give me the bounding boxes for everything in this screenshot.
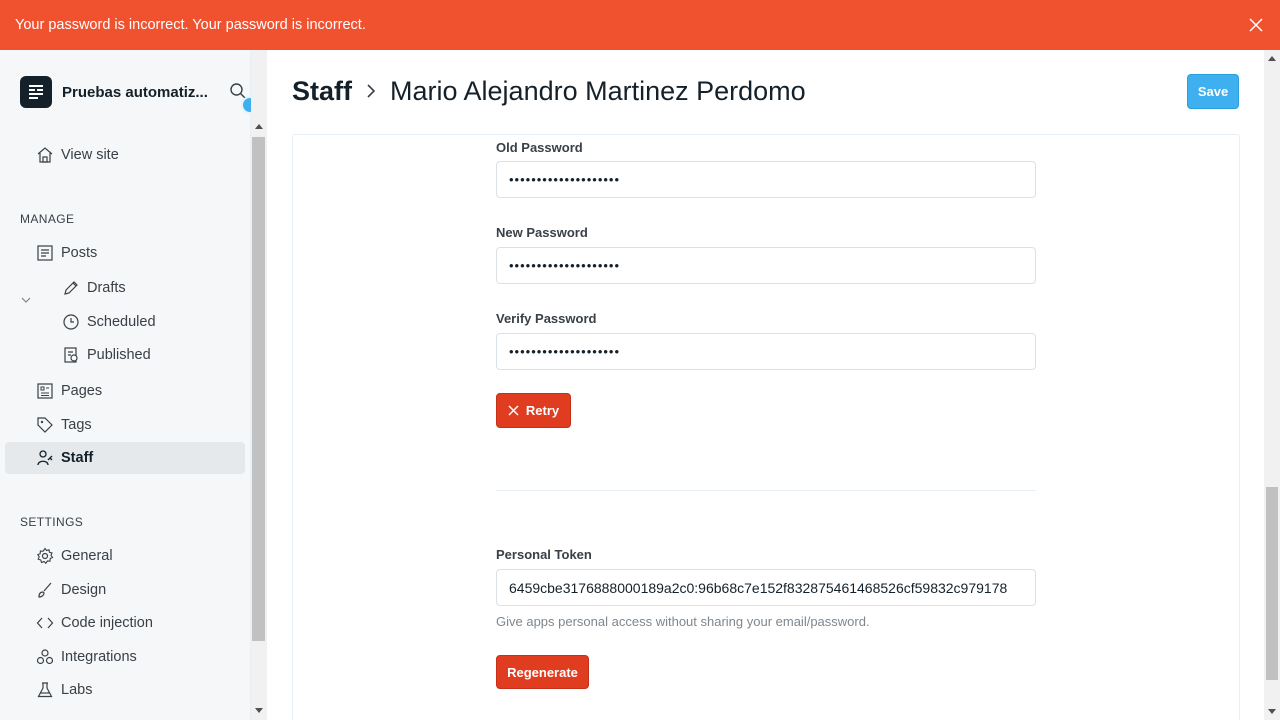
integrations-icon <box>36 649 54 665</box>
scroll-up-arrow-icon[interactable] <box>255 124 263 129</box>
nav-view-site-label: View site <box>61 147 119 163</box>
main-scrollbar-thumb[interactable] <box>1266 487 1278 680</box>
old-password-label: Old Password <box>496 140 583 155</box>
nav-posts-label: Posts <box>61 245 98 261</box>
nav-drafts[interactable]: Drafts <box>5 272 245 304</box>
pencil-icon <box>64 281 78 295</box>
flask-icon <box>37 682 53 698</box>
alert-message: Your password is incorrect. Your passwor… <box>15 17 366 33</box>
code-icon <box>36 617 54 629</box>
staff-member-name: Mario Alejandro Martinez Perdomo <box>390 75 806 106</box>
save-button[interactable]: Save <box>1187 74 1239 109</box>
scroll-down-arrow-icon[interactable] <box>1268 709 1276 714</box>
personal-token-label: Personal Token <box>496 547 592 562</box>
breadcrumb-staff[interactable]: Staff <box>292 76 352 107</box>
personal-token-help: Give apps personal access without sharin… <box>496 614 870 629</box>
site-brand[interactable]: Pruebas automatiz... <box>20 76 214 108</box>
published-icon <box>64 347 78 363</box>
verify-password-field[interactable]: •••••••••••••••••••• <box>496 333 1036 370</box>
nav-pages-label: Pages <box>61 383 103 399</box>
chevron-right-icon <box>367 84 376 98</box>
nav-general[interactable]: General <box>5 540 245 572</box>
section-divider <box>496 490 1036 491</box>
nav-tags-label: Tags <box>61 417 92 433</box>
new-password-field[interactable]: •••••••••••••••••••• <box>496 247 1036 284</box>
sidebar: Pruebas automatiz... View site MANAGE Po… <box>0 50 251 720</box>
scroll-down-arrow-icon[interactable] <box>255 708 263 713</box>
nav-code-injection[interactable]: Code injection <box>5 607 245 639</box>
settings-section-label: SETTINGS <box>20 515 84 529</box>
main-scrollbar[interactable] <box>1264 50 1280 720</box>
manage-section-label: MANAGE <box>20 212 75 226</box>
clock-icon <box>63 314 79 330</box>
close-icon[interactable] <box>1248 17 1264 33</box>
nav-scheduled-label: Scheduled <box>87 314 156 330</box>
nav-published-label: Published <box>87 347 151 363</box>
brush-icon <box>38 582 52 598</box>
nav-integrations[interactable]: Integrations <box>5 641 245 673</box>
personal-token-field[interactable]: 6459cbe3176888000189a2c0:96b68c7e152f832… <box>496 569 1036 606</box>
pages-icon <box>37 383 53 399</box>
nav-integrations-label: Integrations <box>61 649 137 665</box>
nav-view-site[interactable]: View site <box>5 139 245 171</box>
retry-button[interactable]: Retry <box>496 393 571 428</box>
regenerate-button[interactable]: Regenerate <box>496 655 589 689</box>
site-logo-icon <box>20 76 52 108</box>
tag-icon <box>37 417 53 433</box>
posts-icon <box>37 245 53 261</box>
nav-general-label: General <box>61 548 113 564</box>
nav-design-label: Design <box>61 582 107 598</box>
new-password-label: New Password <box>496 225 588 240</box>
nav-scheduled[interactable]: Scheduled <box>5 306 245 338</box>
page-title: Staff Mario Alejandro Martinez Perdomo <box>292 74 806 108</box>
retry-button-label: Retry <box>525 403 560 418</box>
password-card <box>292 134 1240 720</box>
nav-staff[interactable]: Staff <box>5 442 245 474</box>
nav-labs-label: Labs <box>61 682 93 698</box>
nav-pages[interactable]: Pages <box>5 375 245 407</box>
sidebar-scrollbar[interactable] <box>251 50 267 720</box>
gear-icon <box>36 547 54 565</box>
nav-labs[interactable]: Labs <box>5 674 245 706</box>
nav-staff-label: Staff <box>61 450 94 466</box>
nav-tags[interactable]: Tags <box>5 409 245 441</box>
staff-icon <box>37 450 53 466</box>
home-icon <box>37 147 53 163</box>
nav-code-injection-label: Code injection <box>61 615 153 631</box>
verify-password-label: Verify Password <box>496 311 597 326</box>
old-password-field[interactable]: •••••••••••••••••••• <box>496 161 1036 198</box>
nav-design[interactable]: Design <box>5 574 245 606</box>
scroll-up-arrow-icon[interactable] <box>1268 56 1276 61</box>
close-icon <box>508 405 519 416</box>
site-name: Pruebas automatiz... <box>62 83 208 101</box>
nav-drafts-label: Drafts <box>87 280 126 296</box>
error-alert-banner: Your password is incorrect. Your passwor… <box>0 0 1280 50</box>
nav-posts[interactable]: Posts <box>5 237 245 269</box>
nav-published[interactable]: Published <box>5 339 245 371</box>
sidebar-scrollbar-thumb[interactable] <box>252 137 265 641</box>
